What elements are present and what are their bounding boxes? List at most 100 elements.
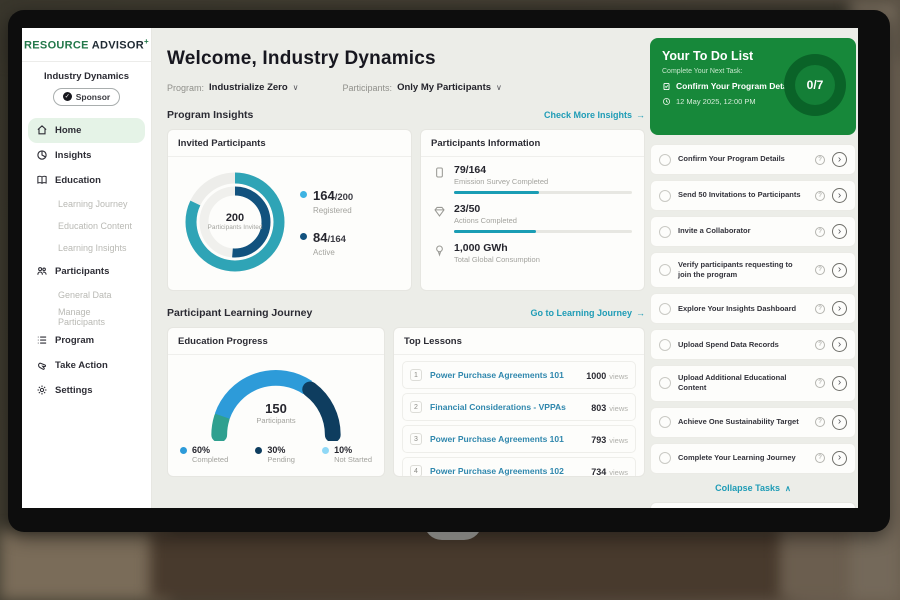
lesson-title-link[interactable]: Power Purchase Agreements 102 <box>430 466 583 476</box>
sidebar-item-learning-insights[interactable]: Learning Insights <box>28 237 145 259</box>
help-icon[interactable] <box>815 378 825 388</box>
sidebar-item-manage-participants[interactable]: Manage Participants <box>28 306 145 328</box>
chevron-down-icon <box>293 83 299 92</box>
help-icon[interactable] <box>815 417 825 427</box>
task-checkbox[interactable] <box>659 190 671 202</box>
help-icon[interactable] <box>815 453 825 463</box>
chevron-right-icon[interactable] <box>832 188 847 203</box>
task-row[interactable]: Send 50 Invitations to Participants <box>650 180 856 211</box>
sidebar-item-label: Learning Journey <box>58 199 128 209</box>
task-checkbox[interactable] <box>659 264 671 276</box>
task-checkbox[interactable] <box>659 416 671 428</box>
program-select[interactable]: Program: Industrialize Zero <box>167 82 299 93</box>
todo-panel: Your To Do List Complete Your Next Task:… <box>650 28 856 508</box>
task-checkbox[interactable] <box>659 226 671 238</box>
registered-dot-icon <box>300 191 307 198</box>
task-list: Confirm Your Program Details Send 50 Inv… <box>650 144 856 474</box>
task-row[interactable]: Upload Additional Educational Content <box>650 365 856 401</box>
legend-completed: 60% Completed <box>180 445 228 464</box>
todo-header-card: Your To Do List Complete Your Next Task:… <box>650 38 856 135</box>
sidebar-item-label: Education <box>55 175 101 186</box>
sidebar-item-education[interactable]: Education <box>28 168 145 193</box>
help-icon[interactable] <box>815 155 825 165</box>
sidebar-item-label: Program <box>55 335 94 346</box>
sidebar-item-settings[interactable]: Settings <box>28 378 145 403</box>
participants-information-card: Participants Information 79/164 Emission… <box>420 129 645 291</box>
lesson-rank: 4 <box>410 465 422 477</box>
chevron-right-icon[interactable] <box>832 301 847 316</box>
people-icon <box>36 265 48 277</box>
insights-cards-row: Invited Participants 200 <box>167 129 645 291</box>
lesson-title-link[interactable]: Power Purchase Agreements 101 <box>430 434 583 444</box>
legend-registered: 164/200 Registered <box>300 187 353 215</box>
task-checkbox[interactable] <box>659 303 671 315</box>
lightbulb-icon <box>433 244 446 257</box>
chevron-right-icon[interactable] <box>832 152 847 167</box>
legend-value: 30% <box>267 445 295 455</box>
sidebar-item-education-content[interactable]: Education Content <box>28 215 145 237</box>
collapse-tasks-link[interactable]: Collapse Tasks <box>650 483 856 493</box>
sidebar-nav: Home Insights Education Learning Journey… <box>22 116 151 405</box>
lesson-views: 803 <box>591 403 606 413</box>
arrow-right-icon <box>632 308 645 318</box>
donut-center-label: Participants Invited <box>205 224 265 232</box>
sidebar-item-label: Manage Participants <box>58 307 137 327</box>
task-checkbox[interactable] <box>659 452 671 464</box>
task-row[interactable]: Invite a Collaborator <box>650 216 856 247</box>
task-row[interactable]: Explore Your Insights Dashboard <box>650 293 856 324</box>
go-to-learning-journey-link[interactable]: Go to Learning Journey <box>530 308 645 318</box>
help-icon[interactable] <box>815 191 825 201</box>
lesson-views: 734 <box>591 467 606 477</box>
gauge-legend: 60% Completed 30% Pending 10% Not Starte… <box>168 441 384 464</box>
chevron-right-icon[interactable] <box>832 451 847 466</box>
lesson-title-link[interactable]: Financial Considerations - VPPAs <box>430 402 583 412</box>
sponsor-badge: ✓ Sponsor <box>53 88 120 106</box>
lesson-row[interactable]: 4 Power Purchase Agreements 102 734views <box>402 457 636 477</box>
card-title: Participants Information <box>421 130 644 157</box>
chevron-right-icon[interactable] <box>832 415 847 430</box>
lesson-title-link[interactable]: Power Purchase Agreements 101 <box>430 370 578 380</box>
task-row[interactable]: Achieve One Sustainability Target <box>650 407 856 438</box>
help-icon[interactable] <box>815 265 825 275</box>
sidebar-item-general-data[interactable]: General Data <box>28 284 145 306</box>
lesson-row[interactable]: 2 Financial Considerations - VPPAs 803vi… <box>402 393 636 421</box>
chevron-right-icon[interactable] <box>832 337 847 352</box>
chevron-right-icon[interactable] <box>832 263 847 278</box>
sidebar-item-participants[interactable]: Participants <box>28 259 145 284</box>
emission-survey-stat: 79/164 Emission Survey Completed <box>433 164 632 194</box>
participants-select[interactable]: Participants: Only My Participants <box>343 82 502 93</box>
check-more-insights-link[interactable]: Check More Insights <box>544 110 645 120</box>
hand-action-icon <box>36 359 48 371</box>
sidebar-item-label: Insights <box>55 150 91 161</box>
legend-label: Pending <box>267 455 295 464</box>
sidebar-item-program[interactable]: Program <box>28 328 145 353</box>
legend-value: 164 <box>313 188 335 203</box>
sidebar-item-take-action[interactable]: Take Action <box>28 353 145 378</box>
task-checkbox[interactable] <box>659 377 671 389</box>
gauge-center-label: Participants <box>168 416 384 425</box>
task-checkbox[interactable] <box>659 154 671 166</box>
chevron-right-icon[interactable] <box>832 224 847 239</box>
sidebar-item-learning-journey[interactable]: Learning Journey <box>28 193 145 215</box>
lesson-row[interactable]: 3 Power Purchase Agreements 101 793views <box>402 425 636 453</box>
brand-logo: RESOURCE ADVISOR+ <box>22 37 151 62</box>
help-icon[interactable] <box>815 304 825 314</box>
sponsor-badge-label: Sponsor <box>76 92 110 102</box>
task-row[interactable]: Verify participants requesting to join t… <box>650 252 856 288</box>
chevron-down-icon <box>496 83 502 92</box>
task-checkbox[interactable] <box>659 339 671 351</box>
filters-row: Program: Industrialize Zero Participants… <box>167 82 645 93</box>
help-icon[interactable] <box>815 227 825 237</box>
sidebar-item-label: Participants <box>55 266 109 277</box>
lesson-row[interactable]: 1 Power Purchase Agreements 101 1000view… <box>402 361 636 389</box>
help-icon[interactable] <box>815 340 825 350</box>
sidebar-item-insights[interactable]: Insights <box>28 143 145 168</box>
legend-value: 84 <box>313 230 327 245</box>
sidebar-item-home[interactable]: Home <box>28 118 145 143</box>
task-row[interactable]: Upload Spend Data Records <box>650 329 856 360</box>
task-row[interactable]: Confirm Your Program Details <box>650 144 856 175</box>
chevron-right-icon[interactable] <box>832 376 847 391</box>
task-row[interactable]: Complete Your Learning Journey <box>650 443 856 474</box>
stat-value: 23/50 <box>454 203 632 215</box>
lesson-rank: 2 <box>410 401 422 413</box>
